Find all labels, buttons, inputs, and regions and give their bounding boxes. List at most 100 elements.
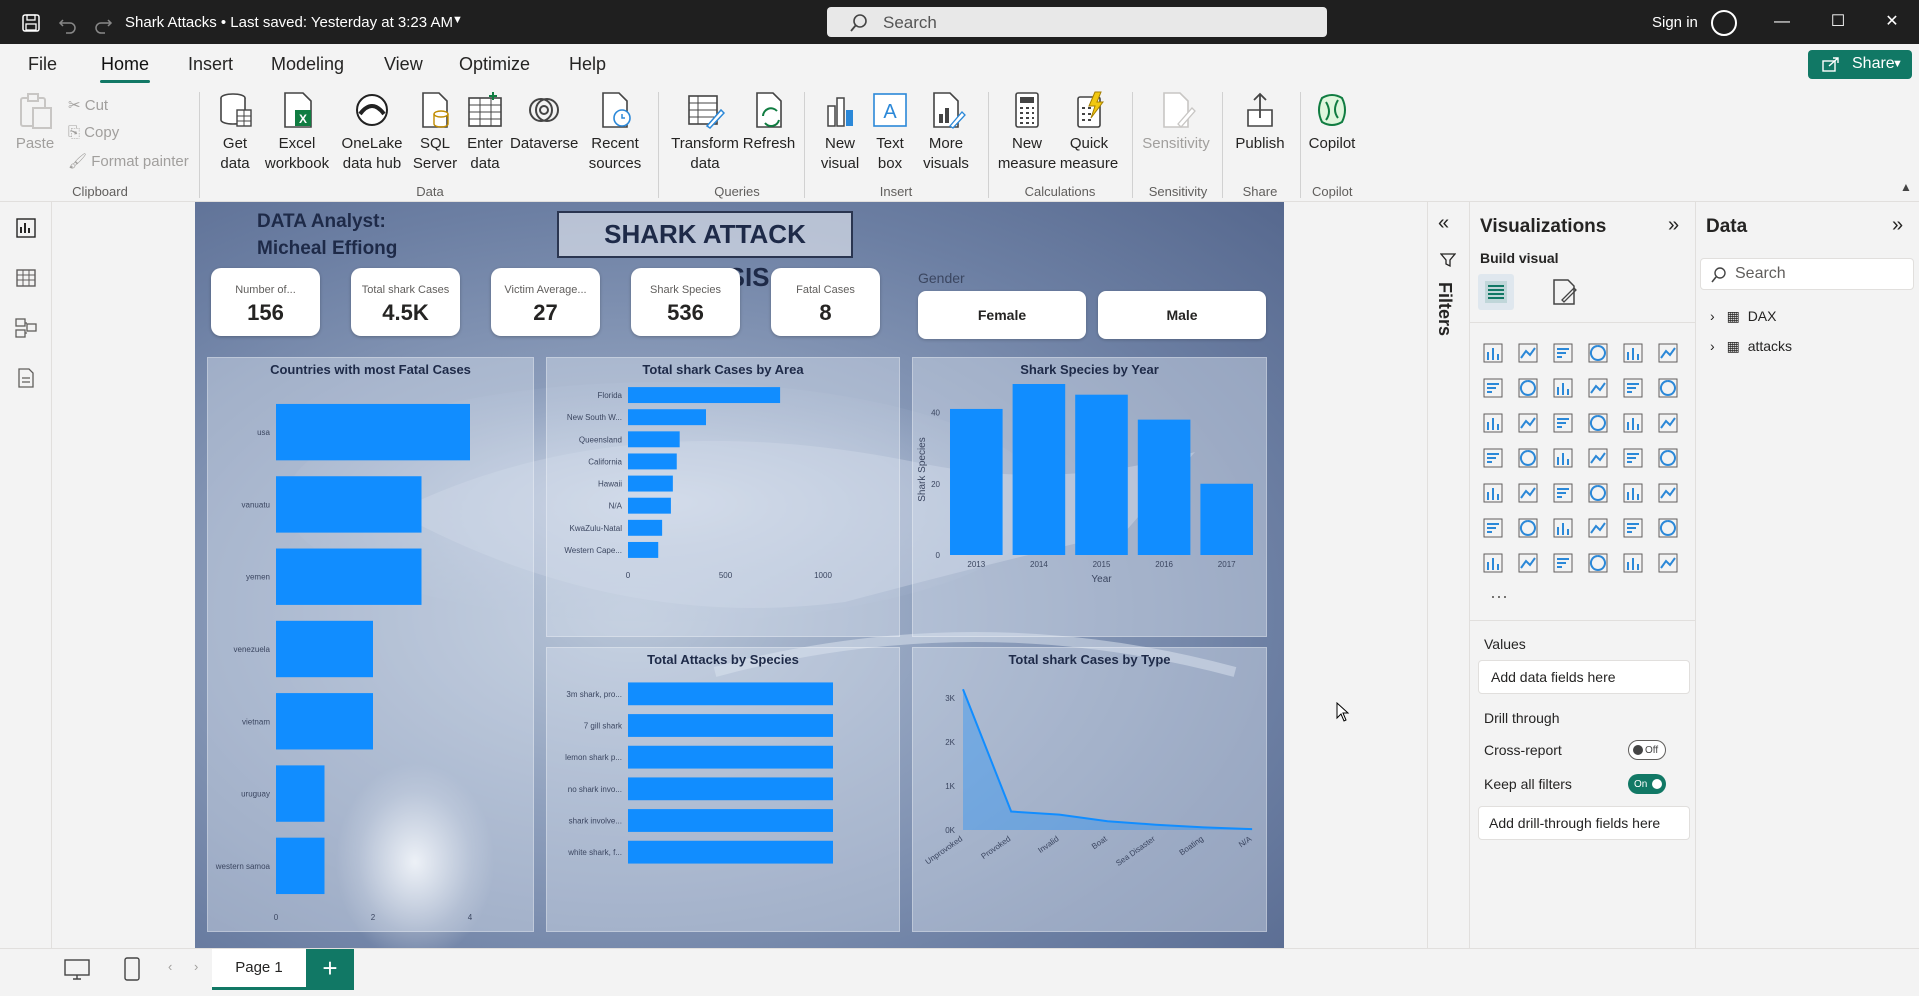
key-influencers-icon[interactable] (1518, 518, 1538, 538)
collapse-ribbon-icon[interactable]: ▲ (1900, 180, 1912, 194)
menu-help[interactable]: Help (569, 54, 606, 75)
kpi-card[interactable]: Shark Species 536 (631, 268, 740, 336)
slicer-male-button[interactable]: Male (1098, 291, 1266, 339)
table-item-attacks[interactable]: › ▦ attacks (1710, 338, 1792, 355)
more-visuals-ellipsis-icon[interactable]: ··· (1490, 586, 1508, 607)
gauge-icon[interactable] (1623, 448, 1643, 468)
sql-server-button[interactable]: SQL Server (410, 90, 460, 174)
map-icon[interactable] (1518, 448, 1538, 468)
drill-through-well[interactable]: Add drill-through fields here (1478, 806, 1690, 840)
onelake-button[interactable]: OneLake data hub (336, 90, 408, 174)
text-box-button[interactable]: A Text box (866, 90, 914, 174)
clustered-bar-icon[interactable] (1553, 343, 1573, 363)
scatter-icon[interactable] (1588, 413, 1608, 433)
stacked-bar-icon[interactable] (1483, 343, 1503, 363)
filters-label[interactable]: Filters (1434, 282, 1455, 336)
document-title[interactable]: Shark Attacks • Last saved: Yesterday at… (125, 14, 453, 31)
narrative-icon[interactable] (1623, 518, 1643, 538)
python-visual-icon[interactable] (1483, 518, 1503, 538)
pie-icon[interactable] (1623, 413, 1643, 433)
sensitivity-button[interactable]: Sensitivity (1140, 90, 1212, 154)
slicer-female-button[interactable]: Female (918, 291, 1086, 339)
avatar[interactable] (1711, 10, 1737, 36)
chart-species-by-year[interactable]: Shark Species by Year 2013 2014 2015 2016 20… (912, 357, 1267, 637)
desktop-layout-icon[interactable] (64, 959, 90, 981)
azure-map-icon[interactable] (1588, 448, 1608, 468)
card-icon[interactable] (1658, 448, 1678, 468)
more-visuals-button[interactable]: More visuals (916, 90, 976, 174)
minimize-icon[interactable]: — (1770, 10, 1794, 34)
recent-sources-button[interactable]: Recent sources (582, 90, 648, 174)
filled-map-icon[interactable] (1553, 448, 1573, 468)
publish-button[interactable]: Publish (1230, 90, 1290, 154)
area-icon[interactable] (1518, 378, 1538, 398)
line-column-icon[interactable] (1623, 378, 1643, 398)
waterfall-icon[interactable] (1483, 413, 1503, 433)
menu-view[interactable]: View (384, 54, 423, 75)
collapse-visualizations-icon[interactable]: » (1668, 214, 1679, 237)
100-column-icon[interactable] (1658, 343, 1678, 363)
donut-icon[interactable] (1658, 413, 1678, 433)
menu-modeling[interactable]: Modeling (271, 54, 344, 75)
power-automate-icon[interactable] (1553, 553, 1573, 573)
keep-filters-toggle[interactable]: On (1628, 774, 1666, 794)
chart-cases-by-type[interactable]: Total shark Cases by Type Unprovoked Prov… (912, 647, 1267, 932)
matrix-icon[interactable] (1623, 483, 1643, 503)
kpi-icon[interactable] (1518, 483, 1538, 503)
chevron-icon[interactable] (1658, 553, 1678, 573)
cross-report-toggle[interactable]: Off (1628, 740, 1666, 760)
menu-optimize[interactable]: Optimize (459, 54, 530, 75)
refresh-button[interactable]: Refresh (742, 90, 796, 154)
page-tab[interactable]: Page 1 (212, 949, 306, 990)
format-visual-icon[interactable] (1548, 276, 1580, 308)
get-data-button[interactable]: Get data (210, 90, 260, 174)
stacked-column-icon[interactable] (1518, 343, 1538, 363)
format-painter-button[interactable]: 🖌 Format painter (68, 152, 189, 170)
model-view-icon[interactable] (14, 316, 38, 340)
multi-row-card-icon[interactable] (1483, 483, 1503, 503)
save-icon[interactable] (20, 12, 42, 34)
chart-cases-by-area[interactable]: Total shark Cases by Area Florida New Sou… (546, 357, 900, 637)
table-icon[interactable] (1588, 483, 1608, 503)
slicer-icon[interactable] (1553, 483, 1573, 503)
menu-home[interactable]: Home (101, 54, 149, 75)
values-well[interactable]: Add data fields here (1478, 660, 1690, 694)
100-bar-icon[interactable] (1623, 343, 1643, 363)
visual-type-grid[interactable] (1480, 340, 1686, 610)
copilot-button[interactable]: Copilot (1304, 90, 1360, 154)
table-item-dax[interactable]: › ▦ DAX (1710, 308, 1776, 325)
arcgis-icon[interactable] (1588, 553, 1608, 573)
r-visual-icon[interactable] (1658, 483, 1678, 503)
collapse-data-icon[interactable]: » (1892, 214, 1903, 237)
new-visual-button[interactable]: New visual (814, 90, 866, 174)
add-page-button[interactable]: + (306, 949, 354, 990)
ribbon-icon[interactable] (1658, 378, 1678, 398)
undo-icon[interactable] (57, 12, 79, 34)
data-search-input[interactable]: Search (1700, 258, 1914, 290)
100-area-icon[interactable] (1588, 378, 1608, 398)
new-measure-button[interactable]: New measure (996, 90, 1058, 174)
paginated-icon[interactable] (1483, 553, 1503, 573)
close-icon[interactable]: ✕ (1880, 10, 1904, 34)
clustered-column-icon[interactable] (1588, 343, 1608, 363)
diamond-icon[interactable] (1623, 553, 1643, 573)
chevron-down-icon[interactable]: ▼ (452, 14, 463, 26)
dax-query-view-icon[interactable] (14, 366, 38, 390)
transform-data-button[interactable]: Transform data (668, 90, 742, 174)
enter-data-button[interactable]: Enter data (462, 90, 508, 174)
share-button[interactable]: Share ▼ (1808, 50, 1912, 79)
kpi-card[interactable]: Victim Average... 27 (491, 268, 600, 336)
sign-in-link[interactable]: Sign in (1652, 14, 1698, 31)
search-input[interactable]: Search (827, 7, 1327, 37)
expand-chevron-icon[interactable]: « (1438, 212, 1449, 235)
redo-icon[interactable] (92, 12, 114, 34)
maximize-icon[interactable]: ☐ (1826, 10, 1850, 34)
funnel-alt-icon[interactable] (1553, 413, 1573, 433)
kpi-card[interactable]: Total shark Cases 4.5K (351, 268, 460, 336)
copy-button[interactable]: ⎘ Copy (68, 124, 119, 141)
stacked-area-icon[interactable] (1553, 378, 1573, 398)
cut-button[interactable]: ✂ Cut (68, 96, 108, 114)
menu-file[interactable]: File (28, 54, 57, 75)
power-apps-icon[interactable] (1518, 553, 1538, 573)
qa-icon[interactable] (1588, 518, 1608, 538)
